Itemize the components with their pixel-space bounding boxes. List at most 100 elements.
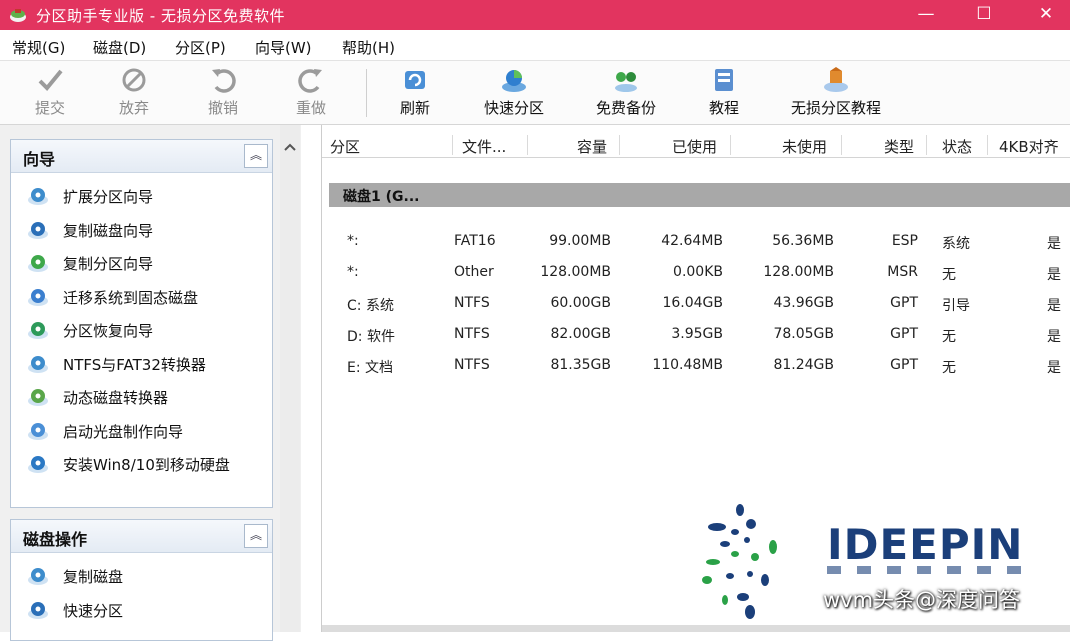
cell-used: 42.64MB	[661, 233, 723, 249]
column-partition[interactable]: 分区	[330, 136, 360, 157]
app-logo-icon	[10, 9, 26, 22]
disk-ops-panel-title: 磁盘操作	[23, 530, 88, 549]
column-divider	[841, 135, 842, 155]
discard-icon	[122, 68, 146, 92]
cell-status: 无	[942, 329, 956, 345]
quick-partition-label: 快速分区	[483, 99, 544, 117]
menu-help[interactable]: 帮助(H)	[342, 37, 395, 58]
collapse-button[interactable]: ︽	[244, 144, 268, 168]
cell-partition: *:	[347, 264, 359, 280]
watermark-brand: IDEEPIN	[827, 520, 1024, 569]
disk-ops-panel: 磁盘操作 ︽ 复制磁盘 快速分区	[10, 519, 273, 641]
cell-capacity: 81.35GB	[550, 357, 611, 373]
disk-header-bar[interactable]: 磁盘1 (G...	[329, 183, 1070, 207]
swirl-logo-icon	[702, 504, 777, 619]
cell-used: 0.00KB	[673, 264, 723, 280]
column-divider	[452, 135, 453, 155]
toolbar: 提交 放弃 撤销 重做 刷新 快速分区 免费备份 教程 无损分区教程	[0, 61, 1070, 125]
cell-4kb-aligned: 是	[1047, 298, 1061, 314]
minimize-button[interactable]: —	[904, 0, 948, 30]
copy-disk-icon	[28, 221, 48, 239]
watermark-underline	[827, 566, 1032, 574]
table-row[interactable]: C: 系统 NTFS 60.00GB 16.04GB 43.96GB GPT 引导 是	[322, 293, 1070, 317]
wizard-item-label: 动态磁盘转换器	[63, 389, 169, 407]
disk-op-item-label: 快速分区	[63, 601, 124, 620]
menu-bar: 常规(G) 磁盘(D) 分区(P) 向导(W) 帮助(H)	[0, 30, 1070, 61]
cell-capacity: 60.00GB	[550, 295, 611, 311]
redo-button[interactable]: 重做	[289, 65, 333, 118]
column-status[interactable]: 状态	[942, 136, 972, 157]
cell-type: GPT	[890, 295, 918, 311]
backup-icon	[615, 72, 637, 92]
column-unused[interactable]: 未使用	[782, 136, 827, 157]
cell-type: MSR	[887, 264, 918, 280]
cell-used: 3.95GB	[671, 326, 723, 342]
sidebar-scrollbar[interactable]	[280, 125, 300, 632]
disk-label: 磁盘1 (G...	[343, 189, 420, 205]
cell-type: GPT	[890, 357, 918, 373]
menu-partition[interactable]: 分区(P)	[175, 37, 226, 58]
collapse-button[interactable]: ︽	[244, 524, 268, 548]
disk-ops-panel-header: 磁盘操作 ︽	[11, 520, 272, 553]
table-row[interactable]: *: FAT16 99.00MB 42.64MB 56.36MB ESP 系统 是	[322, 231, 1070, 255]
lossless-tutorial-button[interactable]: 无损分区教程	[782, 65, 890, 118]
refresh-button[interactable]: 刷新	[393, 65, 437, 118]
table-row[interactable]: *: Other 128.00MB 0.00KB 128.00MB MSR 无 是	[322, 262, 1070, 286]
cell-4kb-aligned: 是	[1047, 329, 1061, 345]
wizard-panel-title: 向导	[23, 150, 56, 169]
redo-icon	[298, 69, 322, 93]
column-divider	[527, 135, 528, 155]
cell-unused: 56.36MB	[772, 233, 834, 249]
undo-label: 撤销	[207, 99, 238, 117]
wizard-item-label: 分区恢复向导	[63, 322, 154, 340]
cell-type: GPT	[890, 326, 918, 342]
submit-button[interactable]: 提交	[28, 65, 72, 118]
refresh-label: 刷新	[399, 99, 430, 117]
wizard-panel: 向导 ︽ 扩展分区向导 复制磁盘向导 复制分区向导 迁移系统到固态磁盘 分区恢复向导 NT…	[10, 139, 273, 508]
tutorial-label: 教程	[708, 99, 739, 117]
tutorial-button[interactable]: 教程	[702, 65, 746, 118]
lossless-tutorial-icon	[824, 67, 848, 92]
menu-wizard[interactable]: 向导(W)	[255, 37, 312, 58]
maximize-button[interactable]: ☐	[962, 0, 1006, 30]
table-row[interactable]: D: 软件 NTFS 82.00GB 3.95GB 78.05GB GPT 无 是	[322, 324, 1070, 348]
free-backup-label: 免费备份	[595, 99, 656, 117]
cell-capacity: 82.00GB	[550, 326, 611, 342]
column-4kb-aligned[interactable]: 4KB对齐	[999, 136, 1059, 157]
ntfs-fat32-converter-icon	[28, 355, 48, 373]
wizard-panel-header: 向导 ︽	[11, 140, 272, 173]
chevron-up-icon: ︽	[249, 528, 262, 542]
menu-general[interactable]: 常规(G)	[12, 37, 65, 58]
wizard-item-label: 复制分区向导	[63, 255, 154, 273]
redo-label: 重做	[295, 99, 326, 117]
column-filesystem[interactable]: 文件...	[462, 136, 506, 157]
partition-recovery-icon	[28, 322, 48, 339]
undo-button[interactable]: 撤销	[201, 65, 245, 118]
discard-button[interactable]: 放弃	[112, 65, 156, 118]
cell-4kb-aligned: 是	[1047, 360, 1061, 376]
quick-partition-icon	[28, 601, 48, 619]
close-button[interactable]: ✕	[1024, 0, 1068, 30]
cell-status: 系统	[942, 236, 970, 252]
cell-partition: *:	[347, 233, 359, 249]
scroll-up-icon[interactable]	[280, 139, 300, 157]
toolbar-separator	[366, 69, 367, 117]
free-backup-button[interactable]: 免费备份	[588, 65, 664, 118]
cell-type: ESP	[891, 233, 918, 249]
title-bar: 分区助手专业版 - 无损分区免费软件 — ☐ ✕	[0, 0, 1070, 30]
quick-partition-button[interactable]: 快速分区	[476, 65, 552, 118]
cell-unused: 43.96GB	[773, 295, 834, 311]
menu-disk[interactable]: 磁盘(D)	[93, 37, 146, 58]
wizard-item-label: 安装Win8/10到移动硬盘	[63, 456, 230, 474]
table-row[interactable]: E: 文档 NTFS 81.35GB 110.48MB 81.24GB GPT 无 是	[322, 355, 1070, 379]
window-title: 分区助手专业版 - 无损分区免费软件	[36, 7, 285, 25]
cell-status: 无	[942, 267, 956, 283]
cell-filesystem: FAT16	[454, 233, 496, 249]
cell-status: 引导	[942, 298, 970, 314]
column-used[interactable]: 已使用	[672, 136, 717, 157]
discard-label: 放弃	[118, 99, 149, 117]
left-sidebar: 向导 ︽ 扩展分区向导 复制磁盘向导 复制分区向导 迁移系统到固态磁盘 分区恢复向导 NT…	[0, 125, 301, 641]
column-capacity[interactable]: 容量	[577, 136, 607, 157]
cell-unused: 81.24GB	[773, 357, 834, 373]
column-type[interactable]: 类型	[884, 136, 914, 157]
